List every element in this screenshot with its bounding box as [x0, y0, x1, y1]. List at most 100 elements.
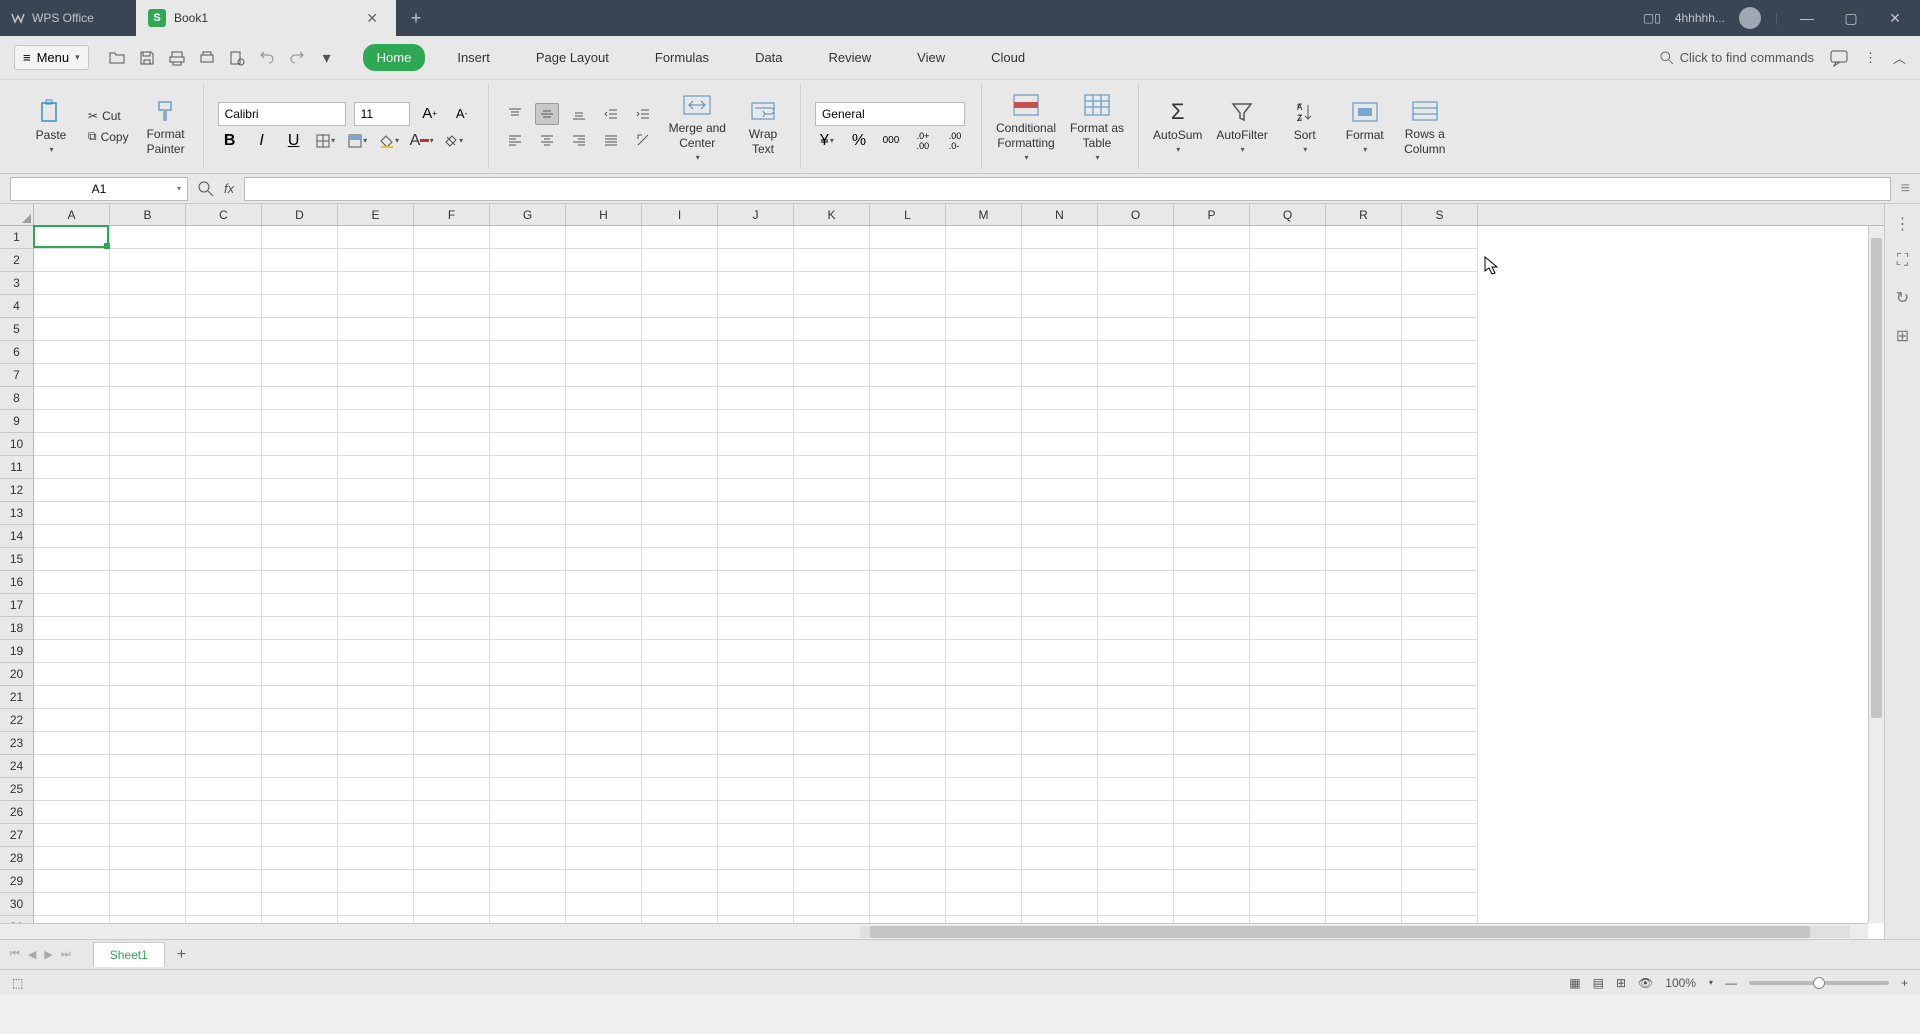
cell[interactable]	[642, 732, 718, 755]
cell[interactable]	[110, 870, 186, 893]
cell[interactable]	[490, 686, 566, 709]
cell[interactable]	[186, 548, 262, 571]
cell[interactable]	[1250, 571, 1326, 594]
column-header[interactable]: Q	[1250, 204, 1326, 225]
cell[interactable]	[262, 318, 338, 341]
cell[interactable]	[566, 663, 642, 686]
cell[interactable]	[110, 548, 186, 571]
cell[interactable]	[490, 456, 566, 479]
cell[interactable]	[1402, 824, 1478, 847]
cell[interactable]	[186, 640, 262, 663]
cell[interactable]	[1402, 387, 1478, 410]
cell[interactable]	[1326, 594, 1402, 617]
cell[interactable]	[642, 824, 718, 847]
cell[interactable]	[870, 824, 946, 847]
cell[interactable]	[794, 410, 870, 433]
cell[interactable]	[1098, 755, 1174, 778]
cell[interactable]	[338, 410, 414, 433]
redo-icon[interactable]	[287, 48, 307, 68]
row-header[interactable]: 9	[0, 410, 34, 433]
cell[interactable]	[490, 870, 566, 893]
tab-cloud[interactable]: Cloud	[977, 44, 1039, 71]
cell[interactable]	[1174, 456, 1250, 479]
cell[interactable]	[490, 479, 566, 502]
cell[interactable]	[794, 847, 870, 870]
sort-button[interactable]: AZ Sort▾	[1282, 98, 1328, 155]
cell[interactable]	[414, 226, 490, 249]
cell[interactable]	[490, 824, 566, 847]
row-header[interactable]: 27	[0, 824, 34, 847]
cell[interactable]	[490, 732, 566, 755]
zoom-in-button[interactable]: +	[1901, 976, 1908, 990]
cell[interactable]	[870, 801, 946, 824]
cell[interactable]	[110, 847, 186, 870]
cell[interactable]	[566, 249, 642, 272]
cell[interactable]	[1250, 272, 1326, 295]
cell[interactable]	[262, 847, 338, 870]
cell[interactable]	[1174, 617, 1250, 640]
cell[interactable]	[110, 640, 186, 663]
cell[interactable]	[262, 640, 338, 663]
cell[interactable]	[794, 732, 870, 755]
cell[interactable]	[1098, 456, 1174, 479]
cell[interactable]	[1098, 433, 1174, 456]
cell[interactable]	[1326, 732, 1402, 755]
cell[interactable]	[1250, 778, 1326, 801]
cell[interactable]	[1098, 410, 1174, 433]
cell[interactable]	[946, 847, 1022, 870]
cell[interactable]	[946, 870, 1022, 893]
cell[interactable]	[566, 272, 642, 295]
justify-icon[interactable]	[599, 129, 623, 151]
cell[interactable]	[1326, 295, 1402, 318]
font-size-input[interactable]	[354, 102, 410, 126]
cell[interactable]	[110, 433, 186, 456]
cell[interactable]	[338, 387, 414, 410]
cell[interactable]	[1022, 525, 1098, 548]
cell[interactable]	[262, 249, 338, 272]
cell[interactable]	[186, 272, 262, 295]
cell[interactable]	[794, 479, 870, 502]
row-header[interactable]: 28	[0, 847, 34, 870]
cell[interactable]	[262, 824, 338, 847]
column-header[interactable]: B	[110, 204, 186, 225]
cell[interactable]	[186, 433, 262, 456]
row-header[interactable]: 23	[0, 732, 34, 755]
cell[interactable]	[1402, 709, 1478, 732]
increase-font-icon[interactable]: A+	[418, 103, 442, 125]
row-header[interactable]: 5	[0, 318, 34, 341]
cell[interactable]	[870, 318, 946, 341]
cell[interactable]	[870, 341, 946, 364]
cell[interactable]	[794, 663, 870, 686]
cell[interactable]	[414, 594, 490, 617]
cell[interactable]	[794, 755, 870, 778]
align-left-icon[interactable]	[503, 129, 527, 151]
cell[interactable]	[642, 893, 718, 916]
cell[interactable]	[414, 709, 490, 732]
cell[interactable]	[718, 548, 794, 571]
last-sheet-icon[interactable]: ⏭	[61, 948, 71, 961]
column-header[interactable]: C	[186, 204, 262, 225]
cell[interactable]	[794, 433, 870, 456]
cell[interactable]	[1022, 686, 1098, 709]
cell[interactable]	[1098, 387, 1174, 410]
row-header[interactable]: 4	[0, 295, 34, 318]
column-header[interactable]: R	[1326, 204, 1402, 225]
cell[interactable]	[642, 249, 718, 272]
cell[interactable]	[110, 318, 186, 341]
spreadsheet-grid[interactable]: ABCDEFGHIJKLMNOPQRS 12345678910111213141…	[0, 204, 1884, 939]
cell[interactable]	[490, 410, 566, 433]
cell[interactable]	[34, 709, 110, 732]
cell[interactable]	[794, 502, 870, 525]
cell[interactable]	[1402, 295, 1478, 318]
cell[interactable]	[1326, 249, 1402, 272]
column-header[interactable]: I	[642, 204, 718, 225]
cell[interactable]	[1250, 456, 1326, 479]
cell[interactable]	[338, 594, 414, 617]
cell[interactable]	[34, 824, 110, 847]
cell[interactable]	[1326, 433, 1402, 456]
cell[interactable]	[110, 295, 186, 318]
tab-review[interactable]: Review	[815, 44, 886, 71]
cell[interactable]	[870, 502, 946, 525]
format-button[interactable]: Format▾	[1342, 98, 1388, 155]
row-header[interactable]: 18	[0, 617, 34, 640]
